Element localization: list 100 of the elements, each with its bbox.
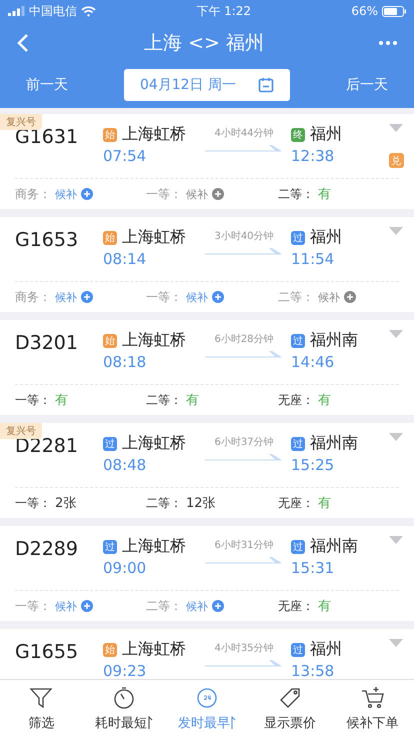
seat-class-label: 一等： bbox=[146, 186, 182, 202]
time-text: 15:25 bbox=[291, 456, 336, 474]
seat-availability: 有 bbox=[186, 392, 199, 409]
calendar-icon bbox=[258, 77, 274, 93]
duration-text: 6小时37分钟 bbox=[214, 436, 274, 449]
seat-class-label: 二等： bbox=[146, 392, 182, 408]
time-text: 08:48 bbox=[103, 456, 148, 474]
seat-availability: 12张 bbox=[186, 495, 216, 512]
station-name: 福州南 bbox=[310, 433, 358, 454]
station-name: 福州南 bbox=[310, 330, 358, 351]
duration-text: 6小时28分钟 bbox=[214, 332, 274, 346]
seat-availability: 有 bbox=[318, 392, 331, 409]
station-badge: 始 bbox=[103, 642, 117, 656]
time-text: 15:31 bbox=[291, 559, 336, 577]
station-badge: 过 bbox=[291, 436, 305, 450]
back-icon[interactable] bbox=[16, 33, 30, 53]
seat-class-label: 商务： bbox=[15, 186, 51, 202]
plus-icon[interactable] bbox=[212, 188, 224, 200]
caret-icon[interactable] bbox=[389, 536, 403, 544]
seat-availability: 候补 bbox=[186, 598, 208, 614]
arrow-icon bbox=[205, 350, 283, 358]
arrow-icon bbox=[205, 247, 283, 255]
train-number: D3201 bbox=[15, 332, 79, 356]
station-badge: 过 bbox=[103, 540, 117, 554]
arrow-icon bbox=[205, 556, 283, 564]
seat-class-label: 一等： bbox=[15, 392, 51, 408]
exchange-badge: 兑 bbox=[388, 153, 404, 168]
station-name: 福州 bbox=[310, 227, 342, 248]
station-badge: 过 bbox=[103, 436, 117, 450]
station-name: 上海虹桥 bbox=[122, 227, 186, 248]
seat-class-label: 无座： bbox=[278, 494, 314, 512]
train-type-tag: 复兴号 bbox=[0, 114, 42, 130]
seat-availability: 有 bbox=[55, 392, 68, 409]
caret-icon[interactable] bbox=[389, 227, 403, 235]
station-name: 福州 bbox=[310, 124, 342, 145]
train-number: D2289 bbox=[15, 538, 79, 562]
plus-icon[interactable] bbox=[344, 291, 356, 303]
station-badge: 始 bbox=[103, 128, 117, 142]
plus-icon[interactable] bbox=[81, 291, 93, 303]
caret-icon[interactable] bbox=[389, 433, 403, 441]
time-text: 08:18 bbox=[103, 353, 148, 371]
route-title: 上海 <> 福州 bbox=[144, 31, 264, 56]
train-card[interactable]: G1655 始 上海虹桥 09:23 4小时35分钟 过 福州 13:58 bbox=[0, 629, 414, 679]
seat-class-label: 无座： bbox=[278, 392, 314, 408]
seat-class-label: 一等： bbox=[15, 494, 51, 512]
tab-bar-item[interactable]: 候补下单 bbox=[331, 680, 414, 736]
time-text: 09:23 bbox=[103, 662, 148, 679]
caret-icon[interactable] bbox=[389, 124, 403, 132]
duration-text: 3小时40分钟 bbox=[214, 230, 274, 243]
time-text: 14:46 bbox=[291, 353, 336, 371]
plus-icon[interactable] bbox=[212, 291, 224, 303]
station-name: 上海虹桥 bbox=[122, 330, 186, 351]
caret-icon[interactable] bbox=[389, 639, 403, 647]
train-card[interactable]: 复兴号 G1631 始 上海虹桥 07:54 4小时44分钟 终 福州 12:38 兑 商务： 候补 一等： 候补 二等： 有 bbox=[0, 114, 414, 209]
battery-percent: 66% bbox=[351, 4, 378, 18]
clock-time: 下午 1:22 bbox=[196, 2, 252, 20]
tab-bar-item[interactable]: 筛选 bbox=[0, 680, 83, 736]
tab-bar-item[interactable]: 耗时最短 bbox=[82, 680, 166, 736]
train-type-tag: 复兴号 bbox=[0, 423, 42, 439]
seat-availability: 候补 bbox=[55, 290, 77, 304]
seat-class-label: 一等： bbox=[146, 288, 182, 306]
seat-availability: 有 bbox=[318, 598, 331, 615]
seat-availability: 2张 bbox=[55, 495, 76, 512]
station-badge: 过 bbox=[291, 334, 305, 348]
cart-icon bbox=[360, 684, 386, 710]
arrow-icon bbox=[205, 453, 283, 461]
wifi-icon bbox=[81, 6, 96, 16]
more-icon[interactable] bbox=[378, 40, 398, 46]
seat-availability: 有 bbox=[318, 495, 331, 512]
station-name: 福州南 bbox=[310, 536, 358, 557]
caret-icon[interactable] bbox=[389, 330, 403, 338]
train-card[interactable]: 复兴号 D2281 过 上海虹桥 08:48 6小时37分钟 过 福州南 15:25 一等： 2张 二等： 12张 无座： 有 bbox=[0, 423, 414, 518]
duration-text: 6小时31分钟 bbox=[214, 538, 274, 552]
train-number: G1653 bbox=[15, 229, 80, 253]
seat-class-label: 二等： bbox=[146, 494, 182, 512]
station-badge: 始 bbox=[103, 334, 117, 348]
time-text: 08:14 bbox=[103, 250, 148, 268]
time-text: 11:54 bbox=[291, 250, 336, 268]
station-name: 上海虹桥 bbox=[122, 639, 186, 660]
time-text: 07:54 bbox=[103, 147, 148, 165]
station-badge: 过 bbox=[291, 540, 305, 554]
seat-availability: 候补 bbox=[186, 290, 208, 304]
seat-availability: 候补 bbox=[186, 186, 208, 202]
train-card[interactable]: G1653 始 上海虹桥 08:14 3小时40分钟 过 福州 11:54 商务： 候补 一等： 候补 二等： 候补 bbox=[0, 217, 414, 312]
seat-availability: 候补 bbox=[318, 290, 340, 304]
seat-availability: 有 bbox=[318, 186, 331, 203]
duration-text: 4小时44分钟 bbox=[214, 126, 274, 140]
station-name: 福州 bbox=[310, 639, 342, 660]
seat-class-label: 二等： bbox=[278, 186, 314, 202]
signal-icon bbox=[8, 6, 25, 16]
time-text: 13:58 bbox=[291, 662, 336, 679]
tab-bar-item[interactable]: 显示票价 bbox=[248, 680, 332, 736]
plus-icon[interactable] bbox=[81, 188, 93, 200]
seat-class-label: 商务： bbox=[15, 288, 51, 306]
train-card[interactable]: D3201 始 上海虹桥 08:18 6小时28分钟 过 福州南 14:46 一等： 有 二等： 有 无座： 有 bbox=[0, 320, 414, 415]
plus-icon[interactable] bbox=[81, 600, 93, 612]
plus-icon[interactable] bbox=[212, 600, 224, 612]
train-card[interactable]: D2289 过 上海虹桥 09:00 6小时31分钟 过 福州南 15:31 一等： 候补 二等： 候补 无座： 有 bbox=[0, 526, 414, 621]
battery-icon bbox=[382, 6, 406, 16]
seat-availability: 候补 bbox=[55, 598, 77, 614]
